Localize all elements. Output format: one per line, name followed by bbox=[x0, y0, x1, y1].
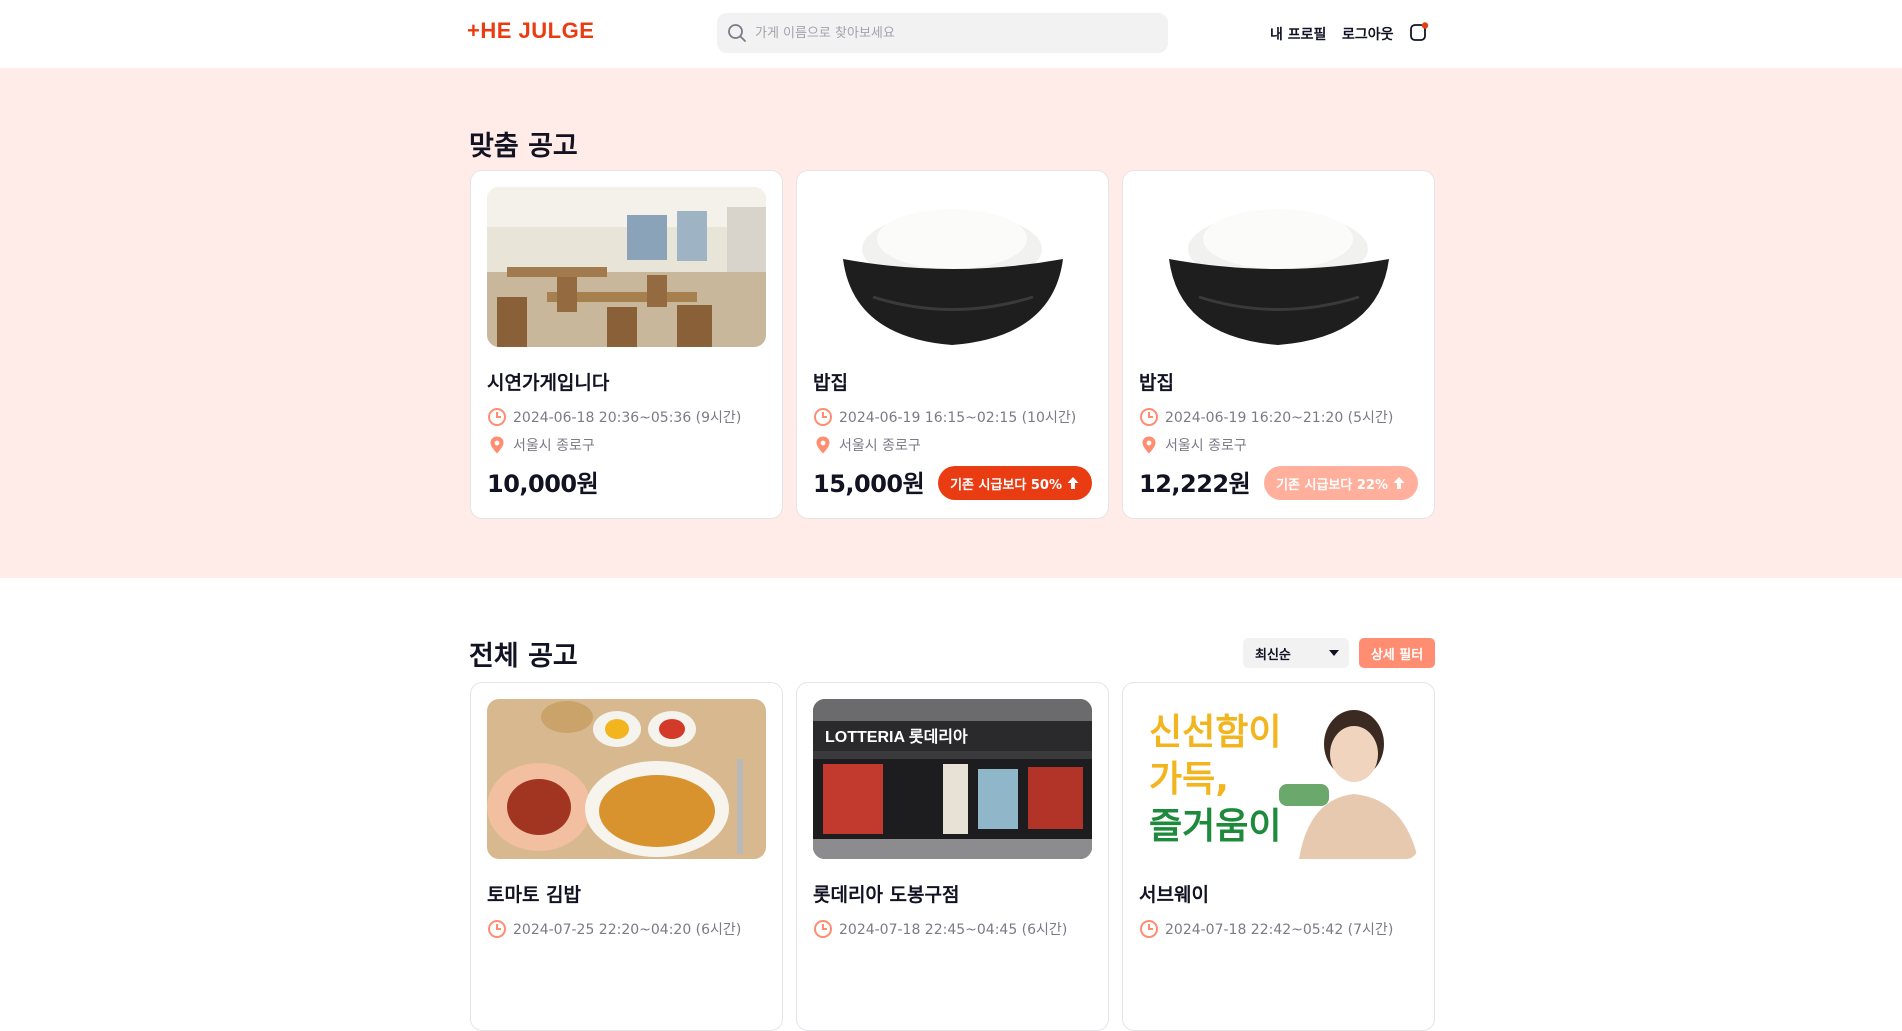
card-time-row: 2024-07-18 22:45~04:45 (6시간) bbox=[813, 919, 1067, 939]
detail-filter-button[interactable]: 상세 필터 bbox=[1359, 638, 1435, 668]
ad-line-3: 즐거움이 bbox=[1149, 806, 1281, 847]
card-location-row: 서울시 종로구 bbox=[1139, 435, 1247, 455]
notice-card[interactable]: 토마토 김밥 2024-07-25 22:20~04:20 (6시간) bbox=[470, 682, 783, 1031]
sort-dropdown[interactable]: 최신순 bbox=[1243, 638, 1349, 668]
clock-icon bbox=[488, 920, 506, 938]
clock-icon bbox=[1140, 408, 1158, 426]
card-time: 2024-06-18 20:36~05:36 (9시간) bbox=[513, 410, 742, 426]
kimbap-meal-photo bbox=[487, 699, 766, 859]
card-time-row: 2024-07-25 22:20~04:20 (6시간) bbox=[487, 919, 741, 939]
clock-icon bbox=[814, 920, 832, 938]
store-sign: LOTTERIA 롯데리아 bbox=[825, 728, 968, 746]
notice-card[interactable]: 밥집 2024-06-19 16:15~02:15 (10시간) 서울시 종로구… bbox=[796, 170, 1109, 519]
clock-icon bbox=[488, 408, 506, 426]
sort-selected: 최신순 bbox=[1255, 647, 1291, 663]
subway-ad-photo: 신선함이 가득, 즐거움이 bbox=[1139, 699, 1418, 859]
arrow-up-icon bbox=[1067, 477, 1079, 489]
card-wage: 10,000원 bbox=[487, 470, 599, 498]
card-location: 서울시 종로구 bbox=[839, 438, 921, 454]
notice-card[interactable]: 시연가게입니다 2024-06-18 20:36~05:36 (9시간) 서울시… bbox=[470, 170, 783, 519]
card-time: 2024-06-19 16:20~21:20 (5시간) bbox=[1165, 410, 1394, 426]
card-location-row: 서울시 종로구 bbox=[487, 435, 595, 455]
card-location: 서울시 종로구 bbox=[513, 438, 595, 454]
card-location-row: 서울시 종로구 bbox=[813, 435, 921, 455]
card-time: 2024-06-19 16:15~02:15 (10시간) bbox=[839, 410, 1077, 426]
custom-notices-section: 맞춤 공고 시연가게입니다 2024-06-18 20:36~05:36 (9시… bbox=[0, 68, 1902, 578]
ad-line-2: 가득, bbox=[1149, 759, 1229, 800]
card-time-row: 2024-06-19 16:15~02:15 (10시간) bbox=[813, 407, 1076, 427]
card-title: 토마토 김밥 bbox=[487, 884, 582, 906]
card-time: 2024-07-25 22:20~04:20 (6시간) bbox=[513, 922, 742, 938]
caret-down-icon bbox=[1329, 650, 1339, 656]
notice-card[interactable]: LOTTERIA 롯데리아 롯데리아 도봉구점 2024-07-18 22:45… bbox=[796, 682, 1109, 1031]
badge-text: 기존 시급보다 50% bbox=[950, 477, 1062, 493]
logo[interactable]: +HE JULGE bbox=[467, 18, 594, 44]
lotteria-storefront-photo: LOTTERIA 롯데리아 bbox=[813, 699, 1092, 859]
search-input[interactable] bbox=[755, 13, 1155, 53]
notice-card[interactable]: 밥집 2024-06-19 16:20~21:20 (5시간) 서울시 종로구 … bbox=[1122, 170, 1435, 519]
card-time: 2024-07-18 22:45~04:45 (6시간) bbox=[839, 922, 1068, 938]
search-bar[interactable] bbox=[717, 13, 1168, 53]
search-icon bbox=[728, 24, 746, 42]
section-title: 전체 공고 bbox=[469, 641, 578, 672]
notification-icon[interactable] bbox=[1408, 22, 1430, 44]
logout-link[interactable]: 로그아웃 bbox=[1342, 24, 1394, 44]
location-pin-icon bbox=[1142, 436, 1156, 454]
card-wage: 12,222원 bbox=[1139, 470, 1251, 498]
rice-bowl-photo bbox=[1139, 187, 1418, 347]
card-time-row: 2024-07-18 22:42~05:42 (7시간) bbox=[1139, 919, 1393, 939]
card-wage: 15,000원 bbox=[813, 470, 925, 498]
badge-text: 기존 시급보다 22% bbox=[1276, 477, 1388, 493]
wage-increase-badge: 기존 시급보다 50% bbox=[938, 466, 1092, 500]
card-title: 밥집 bbox=[813, 372, 848, 394]
wage-increase-badge: 기존 시급보다 22% bbox=[1264, 466, 1418, 500]
ad-line-1: 신선함이 bbox=[1149, 712, 1281, 753]
section-title: 맞춤 공고 bbox=[469, 131, 578, 162]
restaurant-interior-photo bbox=[487, 187, 766, 347]
card-title: 서브웨이 bbox=[1139, 884, 1209, 906]
rice-bowl-photo bbox=[813, 187, 1092, 347]
top-header: +HE JULGE 내 프로필 로그아웃 bbox=[0, 0, 1902, 68]
card-time-row: 2024-06-18 20:36~05:36 (9시간) bbox=[487, 407, 741, 427]
card-location: 서울시 종로구 bbox=[1165, 438, 1247, 454]
profile-link[interactable]: 내 프로필 bbox=[1270, 24, 1326, 44]
clock-icon bbox=[814, 408, 832, 426]
arrow-up-icon bbox=[1393, 477, 1405, 489]
clock-icon bbox=[1140, 920, 1158, 938]
card-title: 시연가게입니다 bbox=[487, 372, 610, 394]
location-pin-icon bbox=[490, 436, 504, 454]
card-time: 2024-07-18 22:42~05:42 (7시간) bbox=[1165, 922, 1394, 938]
card-title: 롯데리아 도봉구점 bbox=[813, 884, 960, 906]
card-title: 밥집 bbox=[1139, 372, 1174, 394]
notice-card[interactable]: 신선함이 가득, 즐거움이 서브웨이 2024-07-18 22:42~05:4… bbox=[1122, 682, 1435, 1031]
location-pin-icon bbox=[816, 436, 830, 454]
card-time-row: 2024-06-19 16:20~21:20 (5시간) bbox=[1139, 407, 1393, 427]
